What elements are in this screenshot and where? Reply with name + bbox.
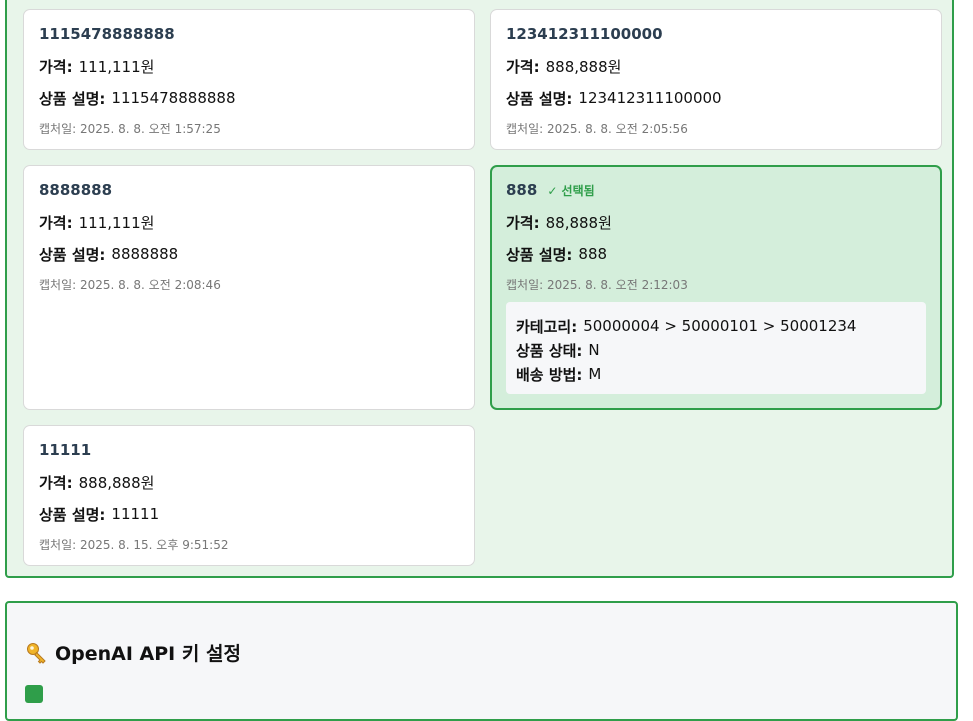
price-label: 가격: bbox=[506, 57, 540, 76]
price-row: 가격: 111,111원 bbox=[39, 212, 459, 232]
price-row: 가격: 888,888원 bbox=[39, 472, 459, 492]
description-label: 상품 설명: bbox=[39, 245, 106, 264]
status-value: N bbox=[588, 341, 600, 359]
price-value: 111,111원 bbox=[78, 57, 155, 76]
description-value: 11111 bbox=[111, 505, 160, 523]
price-row: 가격: 888,888원 bbox=[506, 56, 926, 76]
description-row: 상품 설명: 11111 bbox=[39, 504, 459, 524]
capture-date: 캡처일: 2025. 8. 15. 오후 9:51:52 bbox=[39, 537, 229, 552]
description-label: 상품 설명: bbox=[506, 245, 573, 264]
product-list-panel: 1115478888888 가격: 111,111원 상품 설명: 11154788… bbox=[5, 0, 954, 578]
product-card[interactable]: 123412311100000 가격: 888,888원 상품 설명: 123412… bbox=[490, 9, 942, 150]
capture-date: 캡처일: 2025. 8. 8. 오전 2:05:56 bbox=[506, 121, 688, 136]
description-row: 상품 설명: 888 bbox=[506, 244, 926, 264]
description-label: 상품 설명: bbox=[39, 505, 106, 524]
product-title: 123412311100000 bbox=[506, 25, 663, 43]
selected-badge: ✓ 선택됨 bbox=[547, 183, 595, 198]
description-value: 8888888 bbox=[111, 245, 179, 263]
category-value: 50000004 > 50000101 > 50001234 bbox=[583, 317, 857, 335]
description-label: 상품 설명: bbox=[506, 89, 573, 108]
api-key-panel: OpenAI API 키 설정 bbox=[5, 601, 958, 721]
product-title-text: 888 bbox=[506, 181, 538, 199]
price-row: 가격: 111,111원 bbox=[39, 56, 459, 76]
status-row: 상품 상태: N bbox=[516, 338, 916, 362]
category-row: 카테고리: 50000004 > 50000101 > 50001234 bbox=[516, 314, 916, 338]
product-card[interactable]: 11111 가격: 888,888원 상품 설명: 11111 캡처일: 2025.… bbox=[23, 425, 475, 566]
price-label: 가격: bbox=[39, 213, 73, 232]
price-label: 가격: bbox=[39, 57, 73, 76]
price-value: 888,888원 bbox=[78, 473, 155, 492]
price-value: 888,888원 bbox=[545, 57, 622, 76]
api-key-title: OpenAI API 키 설정 bbox=[55, 643, 241, 665]
product-title: 1115478888888 bbox=[39, 25, 175, 43]
product-title: 8888888 bbox=[39, 181, 113, 199]
shipping-label: 배송 방법: bbox=[516, 365, 583, 384]
description-row: 상품 설명: 8888888 bbox=[39, 244, 459, 264]
capture-date: 캡처일: 2025. 8. 8. 오전 2:12:03 bbox=[506, 277, 688, 292]
price-value: 88,888원 bbox=[545, 213, 612, 232]
description-row: 상품 설명: 1115478888888 bbox=[39, 88, 459, 108]
api-key-heading: OpenAI API 키 설정 bbox=[25, 639, 241, 666]
capture-date: 캡처일: 2025. 8. 8. 오전 2:08:46 bbox=[39, 277, 221, 292]
product-details-box: 카테고리: 50000004 > 50000101 > 50001234 상품 상… bbox=[506, 302, 926, 394]
description-label: 상품 설명: bbox=[39, 89, 106, 108]
price-row: 가격: 88,888원 bbox=[506, 212, 926, 232]
shipping-value: M bbox=[588, 365, 602, 383]
product-card-selected[interactable]: 888 ✓ 선택됨 가격: 88,888원 상품 설명: 888 캡처일: 2025… bbox=[490, 165, 942, 410]
description-row: 상품 설명: 123412311100000 bbox=[506, 88, 926, 108]
status-label: 상품 상태: bbox=[516, 341, 583, 360]
price-value: 111,111원 bbox=[78, 213, 155, 232]
product-title: 11111 bbox=[39, 441, 92, 459]
shipping-row: 배송 방법: M bbox=[516, 362, 916, 386]
description-value: 888 bbox=[578, 245, 608, 263]
price-label: 가격: bbox=[506, 213, 540, 232]
product-card[interactable]: 1115478888888 가격: 111,111원 상품 설명: 11154788… bbox=[23, 9, 475, 150]
capture-date: 캡처일: 2025. 8. 8. 오전 1:57:25 bbox=[39, 121, 221, 136]
category-label: 카테고리: bbox=[516, 317, 578, 336]
product-card[interactable]: 8888888 가격: 111,111원 상품 설명: 8888888 캡처일: 2… bbox=[23, 165, 475, 410]
description-value: 1115478888888 bbox=[111, 89, 236, 107]
price-label: 가격: bbox=[39, 473, 73, 492]
product-title: 888 ✓ 선택됨 bbox=[506, 180, 926, 200]
key-icon bbox=[25, 641, 49, 665]
description-value: 123412311100000 bbox=[578, 89, 722, 107]
